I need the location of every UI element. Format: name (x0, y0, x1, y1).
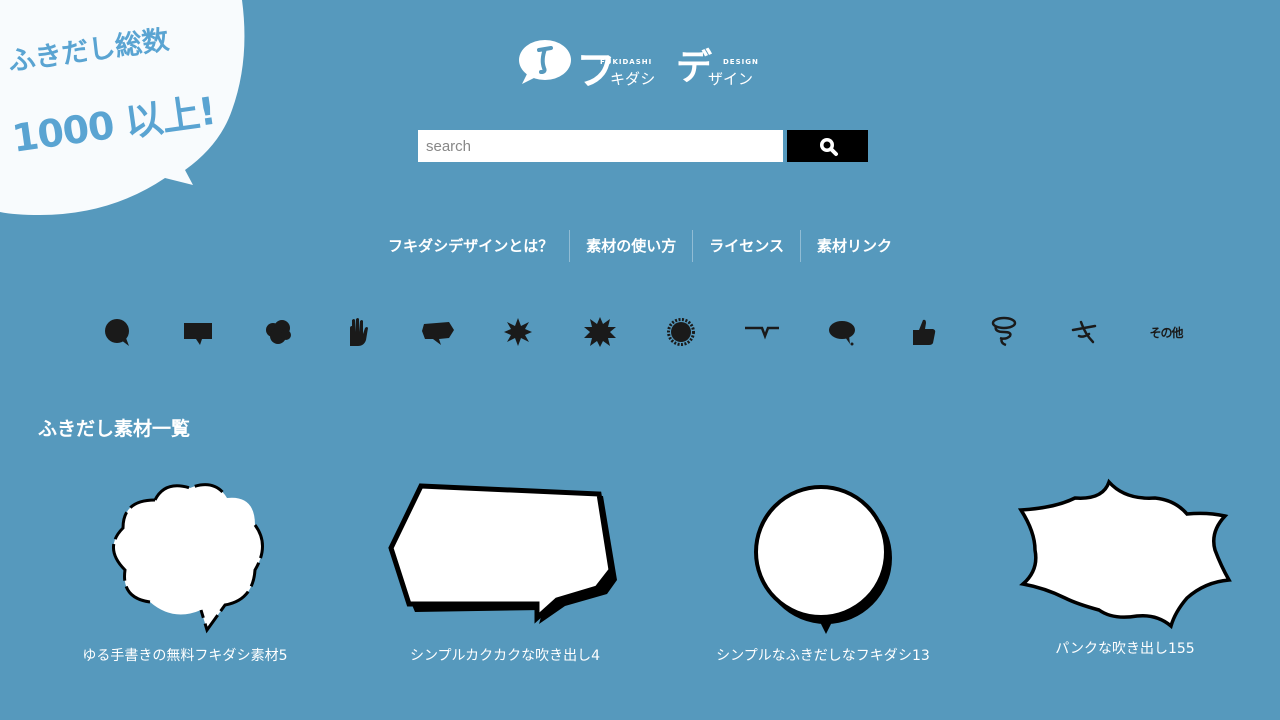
fuzzy-circle-icon[interactable] (661, 312, 701, 352)
search-icon (819, 138, 838, 156)
other-label: その他 (1149, 325, 1183, 340)
logo-kana-zain: ザイン (708, 70, 754, 88)
spiky-burst-icon[interactable] (498, 312, 538, 352)
main-nav: フキダシデザインとは？ 素材の使い方 ライセンス 素材リンク (0, 230, 1280, 262)
card-caption[interactable]: ゆる手書きの無料フキダシ素材5 (55, 645, 315, 665)
angular-bubble-icon[interactable] (418, 312, 458, 352)
line-icon[interactable] (742, 312, 782, 352)
card-thumbnail (754, 485, 892, 634)
search-button[interactable] (787, 130, 868, 162)
nav-item-about[interactable]: フキダシデザインとは？ (372, 230, 569, 262)
cloud-bubble-icon[interactable] (258, 312, 298, 352)
scribble-icon[interactable] (1065, 312, 1105, 352)
logo-sub-fukidashi: FUKIDASHI (600, 58, 653, 66)
search-input[interactable] (418, 130, 783, 162)
card-thumbnail (112, 483, 264, 634)
thumbs-up-icon[interactable] (903, 312, 943, 352)
logo-sub-design: DESIGN (723, 58, 759, 66)
nav-item-links[interactable]: 素材リンク (800, 230, 908, 262)
explosion-burst-icon[interactable] (580, 312, 620, 352)
square-bubble-icon[interactable] (178, 312, 218, 352)
speech-bubble-f-icon (519, 40, 571, 84)
card-caption[interactable]: パンクな吹き出し155 (995, 638, 1255, 658)
other-icon[interactable]: その他 (1146, 312, 1186, 352)
round-bubble-icon[interactable] (97, 312, 137, 352)
logo-kana-kidashi: キダシ (610, 70, 656, 88)
page: ふきだし総数 1000 以上! フ FUKIDASHI キダシ デ DESIGN… (0, 0, 1280, 720)
logo-big-de: デ (676, 46, 713, 88)
nav-item-usage[interactable]: 素材の使い方 (569, 230, 692, 262)
small-bubble-icon[interactable] (822, 312, 862, 352)
promo-badge: ふきだし総数 1000 以上! (0, 0, 260, 230)
card-caption[interactable]: シンプルなふきだしなフキダシ13 (693, 645, 953, 665)
card-thumbnail (388, 483, 617, 624)
material-card[interactable]: パンクな吹き出し155 (995, 470, 1255, 680)
hand-icon[interactable] (338, 312, 378, 352)
section-title: ふきだし素材一覧 (38, 418, 191, 440)
site-logo[interactable]: フ FUKIDASHI キダシ デ DESIGN ザイン (518, 36, 778, 94)
material-card[interactable]: ゆる手書きの無料フキダシ素材5 (55, 470, 315, 680)
card-caption[interactable]: シンプルカクカクな吹き出し4 (375, 645, 635, 665)
card-thumbnail (1017, 478, 1232, 630)
material-card[interactable]: シンプルカクカクな吹き出し4 (375, 470, 635, 680)
material-card[interactable]: シンプルなふきだしなフキダシ13 (693, 470, 953, 680)
nav-item-license[interactable]: ライセンス (692, 230, 800, 262)
swirl-icon[interactable] (984, 312, 1024, 352)
